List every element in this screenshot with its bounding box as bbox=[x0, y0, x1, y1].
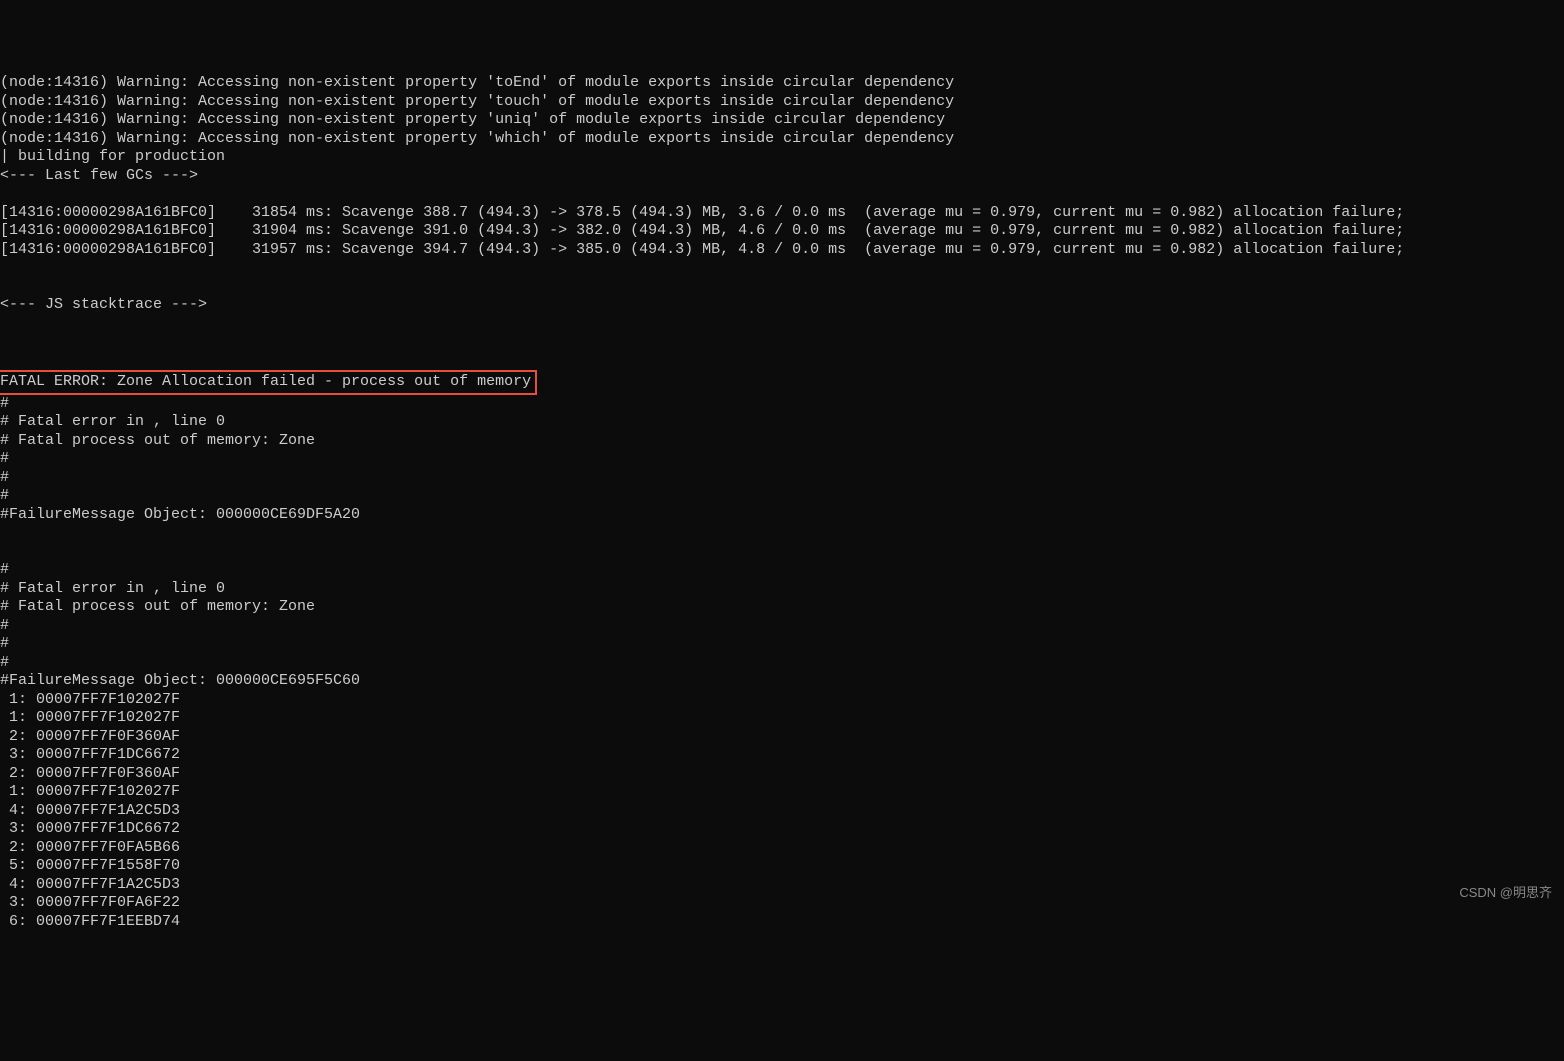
terminal-output: (node:14316) Warning: Accessing non-exis… bbox=[0, 74, 1564, 931]
terminal-line: (node:14316) Warning: Accessing non-exis… bbox=[0, 74, 1564, 93]
terminal-line: | building for production bbox=[0, 148, 1564, 167]
terminal-line: # bbox=[0, 635, 1564, 654]
terminal-line: #FailureMessage Object: 000000CE69DF5A20 bbox=[0, 506, 1564, 525]
terminal-line: (node:14316) Warning: Accessing non-exis… bbox=[0, 130, 1564, 149]
terminal-line: 3: 00007FF7F1DC6672 bbox=[0, 746, 1564, 765]
terminal-line bbox=[0, 524, 1564, 543]
terminal-line: 5: 00007FF7F1558F70 bbox=[0, 857, 1564, 876]
terminal-line: # bbox=[0, 487, 1564, 506]
terminal-line: 3: 00007FF7F0FA6F22 bbox=[0, 894, 1564, 913]
terminal-line: 1: 00007FF7F102027F bbox=[0, 783, 1564, 802]
terminal-line: 4: 00007FF7F1A2C5D3 bbox=[0, 876, 1564, 895]
terminal-line: [14316:00000298A161BFC0] 31957 ms: Scave… bbox=[0, 241, 1564, 260]
terminal-line: # bbox=[0, 450, 1564, 469]
terminal-line: FATAL ERROR: Zone Allocation failed - pr… bbox=[0, 370, 1564, 395]
terminal-line: 4: 00007FF7F1A2C5D3 bbox=[0, 802, 1564, 821]
terminal-line: # bbox=[0, 617, 1564, 636]
terminal-line: #FailureMessage Object: 000000CE695F5C60 bbox=[0, 672, 1564, 691]
terminal-line: 6: 00007FF7F1EEBD74 bbox=[0, 913, 1564, 932]
terminal-line: 1: 00007FF7F102027F bbox=[0, 709, 1564, 728]
terminal-line: (node:14316) Warning: Accessing non-exis… bbox=[0, 93, 1564, 112]
terminal-line: <--- Last few GCs ---> bbox=[0, 167, 1564, 186]
terminal-line bbox=[0, 278, 1564, 297]
terminal-line: # Fatal error in , line 0 bbox=[0, 413, 1564, 432]
terminal-line bbox=[0, 185, 1564, 204]
terminal-line: <--- JS stacktrace ---> bbox=[0, 296, 1564, 315]
terminal-line: 1: 00007FF7F102027F bbox=[0, 691, 1564, 710]
terminal-line: [14316:00000298A161BFC0] 31904 ms: Scave… bbox=[0, 222, 1564, 241]
terminal-line: 2: 00007FF7F0F360AF bbox=[0, 765, 1564, 784]
terminal-line: # bbox=[0, 561, 1564, 580]
terminal-line: # Fatal process out of memory: Zone bbox=[0, 432, 1564, 451]
terminal-line bbox=[0, 543, 1564, 562]
terminal-line: # bbox=[0, 469, 1564, 488]
terminal-line: 2: 00007FF7F0FA5B66 bbox=[0, 839, 1564, 858]
terminal-line: # Fatal error in , line 0 bbox=[0, 580, 1564, 599]
terminal-line bbox=[0, 352, 1564, 371]
terminal-line: # Fatal process out of memory: Zone bbox=[0, 598, 1564, 617]
terminal-line bbox=[0, 333, 1564, 352]
error-highlight: FATAL ERROR: Zone Allocation failed - pr… bbox=[0, 370, 537, 395]
watermark: CSDN @明思齐 bbox=[1459, 884, 1552, 903]
terminal-line: # bbox=[0, 395, 1564, 414]
terminal-line: 2: 00007FF7F0F360AF bbox=[0, 728, 1564, 747]
terminal-line bbox=[0, 259, 1564, 278]
terminal-line: [14316:00000298A161BFC0] 31854 ms: Scave… bbox=[0, 204, 1564, 223]
terminal-line bbox=[0, 315, 1564, 334]
terminal-line: # bbox=[0, 654, 1564, 673]
terminal-line: 3: 00007FF7F1DC6672 bbox=[0, 820, 1564, 839]
terminal-line: (node:14316) Warning: Accessing non-exis… bbox=[0, 111, 1564, 130]
